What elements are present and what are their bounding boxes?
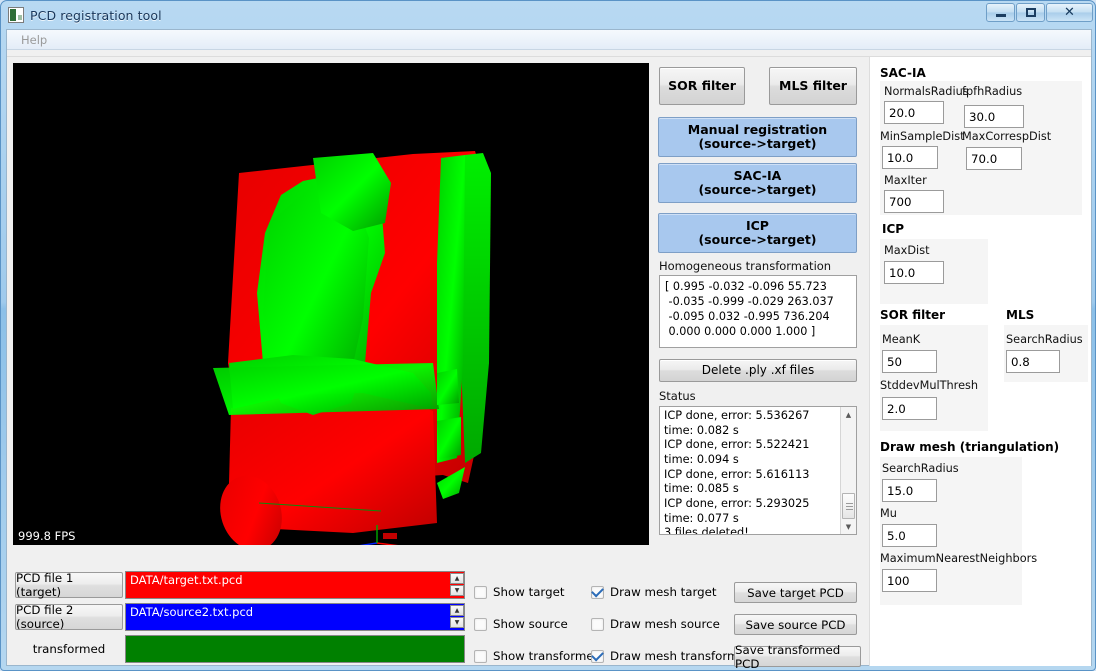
point-cloud-render bbox=[13, 63, 649, 545]
maximize-button[interactable] bbox=[1016, 3, 1045, 22]
input-max-corresp-dist[interactable]: 70.0 bbox=[966, 147, 1022, 170]
checkbox-show-source-box[interactable] bbox=[474, 617, 487, 631]
input-mean-k[interactable]: 50 bbox=[882, 350, 937, 373]
title-bar: PCD registration tool ✕ bbox=[1, 1, 1096, 29]
pcd-file-2-button[interactable]: PCD file 2 (source) bbox=[15, 603, 123, 631]
tool-strip bbox=[7, 50, 1091, 57]
action-panel: SOR filter MLS filter Manual registratio… bbox=[655, 63, 861, 563]
bottom-controls: PCD file 1 (target) DATA/target.txt.pcd … bbox=[13, 549, 1087, 671]
source-file-bar[interactable]: DATA/source2.txt.pcd bbox=[125, 603, 465, 631]
window-controls: ✕ bbox=[986, 3, 1093, 22]
label-mls-search-radius: SearchRadius bbox=[1006, 333, 1083, 346]
label-min-sample-dist: MinSampleDist bbox=[880, 130, 965, 143]
scroll-up-icon[interactable]: ▲ bbox=[841, 407, 856, 422]
transformation-matrix-value: [ 0.995 -0.032 -0.096 55.723 -0.035 -0.9… bbox=[659, 275, 857, 348]
input-mu[interactable]: 5.0 bbox=[882, 524, 937, 547]
label-mean-k: MeanK bbox=[882, 333, 921, 346]
source-file-path: DATA/source2.txt.pcd bbox=[130, 605, 254, 619]
target-file-path: DATA/target.txt.pcd bbox=[130, 573, 243, 587]
save-source-pcd-button[interactable]: Save source PCD bbox=[734, 614, 857, 635]
input-max-dist[interactable]: 10.0 bbox=[884, 261, 944, 284]
checkbox-draw-mesh-source-box[interactable] bbox=[591, 617, 604, 631]
minimize-icon bbox=[995, 14, 1006, 17]
label-normals-radius: NormalsRadius bbox=[884, 85, 969, 98]
group-title-icp: ICP bbox=[882, 222, 905, 236]
group-title-sor-filter: SOR filter bbox=[880, 308, 946, 322]
input-fpfh-radius[interactable]: 30.0 bbox=[964, 105, 1024, 128]
save-transformed-pcd-button[interactable]: Save transformed PCD bbox=[734, 643, 861, 671]
input-mls-search-radius[interactable]: 0.8 bbox=[1006, 350, 1060, 373]
label-mesh-search-radius: SearchRadius bbox=[882, 462, 959, 475]
label-max-dist: MaxDist bbox=[884, 244, 930, 257]
close-icon: ✕ bbox=[1064, 5, 1075, 20]
target-spin-down[interactable]: ▼ bbox=[450, 585, 464, 596]
manual-registration-button[interactable]: Manual registration (source->target) bbox=[658, 117, 857, 157]
checkbox-draw-mesh-target-box[interactable] bbox=[591, 585, 604, 599]
mls-filter-button[interactable]: MLS filter bbox=[769, 67, 857, 105]
label-fpfh-radius: fpfhRadius bbox=[962, 85, 1023, 98]
label-stddev-mul-thresh: StddevMulThresh bbox=[880, 379, 979, 392]
checkbox-show-source[interactable]: Show source bbox=[474, 617, 568, 631]
scroll-down-icon[interactable]: ▼ bbox=[841, 519, 856, 534]
target-spin-up[interactable]: ▲ bbox=[450, 573, 464, 584]
sor-filter-button[interactable]: SOR filter bbox=[659, 67, 745, 105]
client-area: Help 999.8 FPS SOR filter MLS filter Man… bbox=[6, 29, 1092, 671]
app-icon bbox=[8, 7, 24, 23]
save-target-pcd-button[interactable]: Save target PCD bbox=[734, 582, 857, 603]
label-max-corresp-dist: MaxCorrespDist bbox=[962, 130, 1052, 143]
input-normals-radius[interactable]: 20.0 bbox=[884, 101, 944, 124]
group-title-mls: MLS bbox=[1006, 308, 1035, 322]
label-mu: Mu bbox=[880, 507, 897, 520]
input-max-iter[interactable]: 700 bbox=[884, 190, 944, 213]
checkbox-draw-mesh-source[interactable]: Draw mesh source bbox=[591, 617, 720, 631]
status-scrollbar[interactable]: ▲ ▼ bbox=[840, 407, 856, 534]
checkbox-show-target[interactable]: Show target bbox=[474, 585, 564, 599]
target-file-bar[interactable]: DATA/target.txt.pcd bbox=[125, 571, 465, 599]
checkbox-draw-mesh-transformed-label: Draw mesh transformed bbox=[610, 649, 754, 663]
checkbox-show-transformed[interactable]: Show transformed bbox=[474, 649, 601, 663]
maximize-icon bbox=[1025, 8, 1036, 17]
checkbox-show-target-box[interactable] bbox=[474, 585, 487, 599]
input-mesh-search-radius[interactable]: 15.0 bbox=[882, 479, 937, 502]
source-spin-down[interactable]: ▼ bbox=[450, 617, 464, 628]
status-log[interactable]: ICP done, error: 5.536267 time: 0.082 s … bbox=[659, 406, 857, 535]
window-title: PCD registration tool bbox=[30, 7, 162, 23]
pcd-file-1-button[interactable]: PCD file 1 (target) bbox=[15, 571, 123, 599]
sac-ia-button[interactable]: SAC-IA (source->target) bbox=[658, 163, 857, 203]
delete-files-button[interactable]: Delete .ply .xf files bbox=[659, 359, 857, 382]
checkbox-draw-mesh-target-label: Draw mesh target bbox=[610, 585, 717, 599]
label-max-iter: MaxIter bbox=[884, 174, 927, 187]
checkbox-draw-mesh-target[interactable]: Draw mesh target bbox=[591, 585, 717, 599]
menu-bar: Help bbox=[7, 30, 1091, 50]
3d-viewport[interactable]: 999.8 FPS bbox=[13, 63, 649, 545]
checkbox-show-transformed-box[interactable] bbox=[474, 649, 487, 663]
fps-counter: 999.8 FPS bbox=[18, 529, 76, 543]
input-min-sample-dist[interactable]: 10.0 bbox=[882, 146, 938, 169]
status-log-text: ICP done, error: 5.536267 time: 0.082 s … bbox=[664, 409, 810, 535]
scrollbar-thumb[interactable] bbox=[842, 493, 855, 519]
close-button[interactable]: ✕ bbox=[1046, 3, 1093, 22]
source-spin-up[interactable]: ▲ bbox=[450, 605, 464, 616]
minimize-button[interactable] bbox=[986, 3, 1015, 22]
application-window: PCD registration tool ✕ Help 999.8 FPS S… bbox=[0, 0, 1096, 671]
menu-item-help[interactable]: Help bbox=[13, 33, 55, 47]
status-label: Status bbox=[659, 389, 696, 403]
checkbox-show-transformed-label: Show transformed bbox=[493, 649, 602, 663]
input-stddev-mul-thresh[interactable]: 2.0 bbox=[882, 397, 937, 420]
transformed-file-bar[interactable] bbox=[125, 635, 465, 663]
checkbox-draw-mesh-source-label: Draw mesh source bbox=[610, 617, 720, 631]
checkbox-draw-mesh-transformed-box[interactable] bbox=[591, 649, 604, 663]
checkbox-draw-mesh-transformed[interactable]: Draw mesh transformed bbox=[591, 649, 753, 663]
group-title-draw-mesh: Draw mesh (triangulation) bbox=[880, 440, 1060, 454]
checkbox-show-source-label: Show source bbox=[493, 617, 568, 631]
group-title-sac-ia: SAC-IA bbox=[880, 66, 926, 80]
transformed-label: transformed bbox=[32, 642, 106, 656]
checkbox-show-target-label: Show target bbox=[493, 585, 565, 599]
icp-button[interactable]: ICP (source->target) bbox=[658, 213, 857, 253]
